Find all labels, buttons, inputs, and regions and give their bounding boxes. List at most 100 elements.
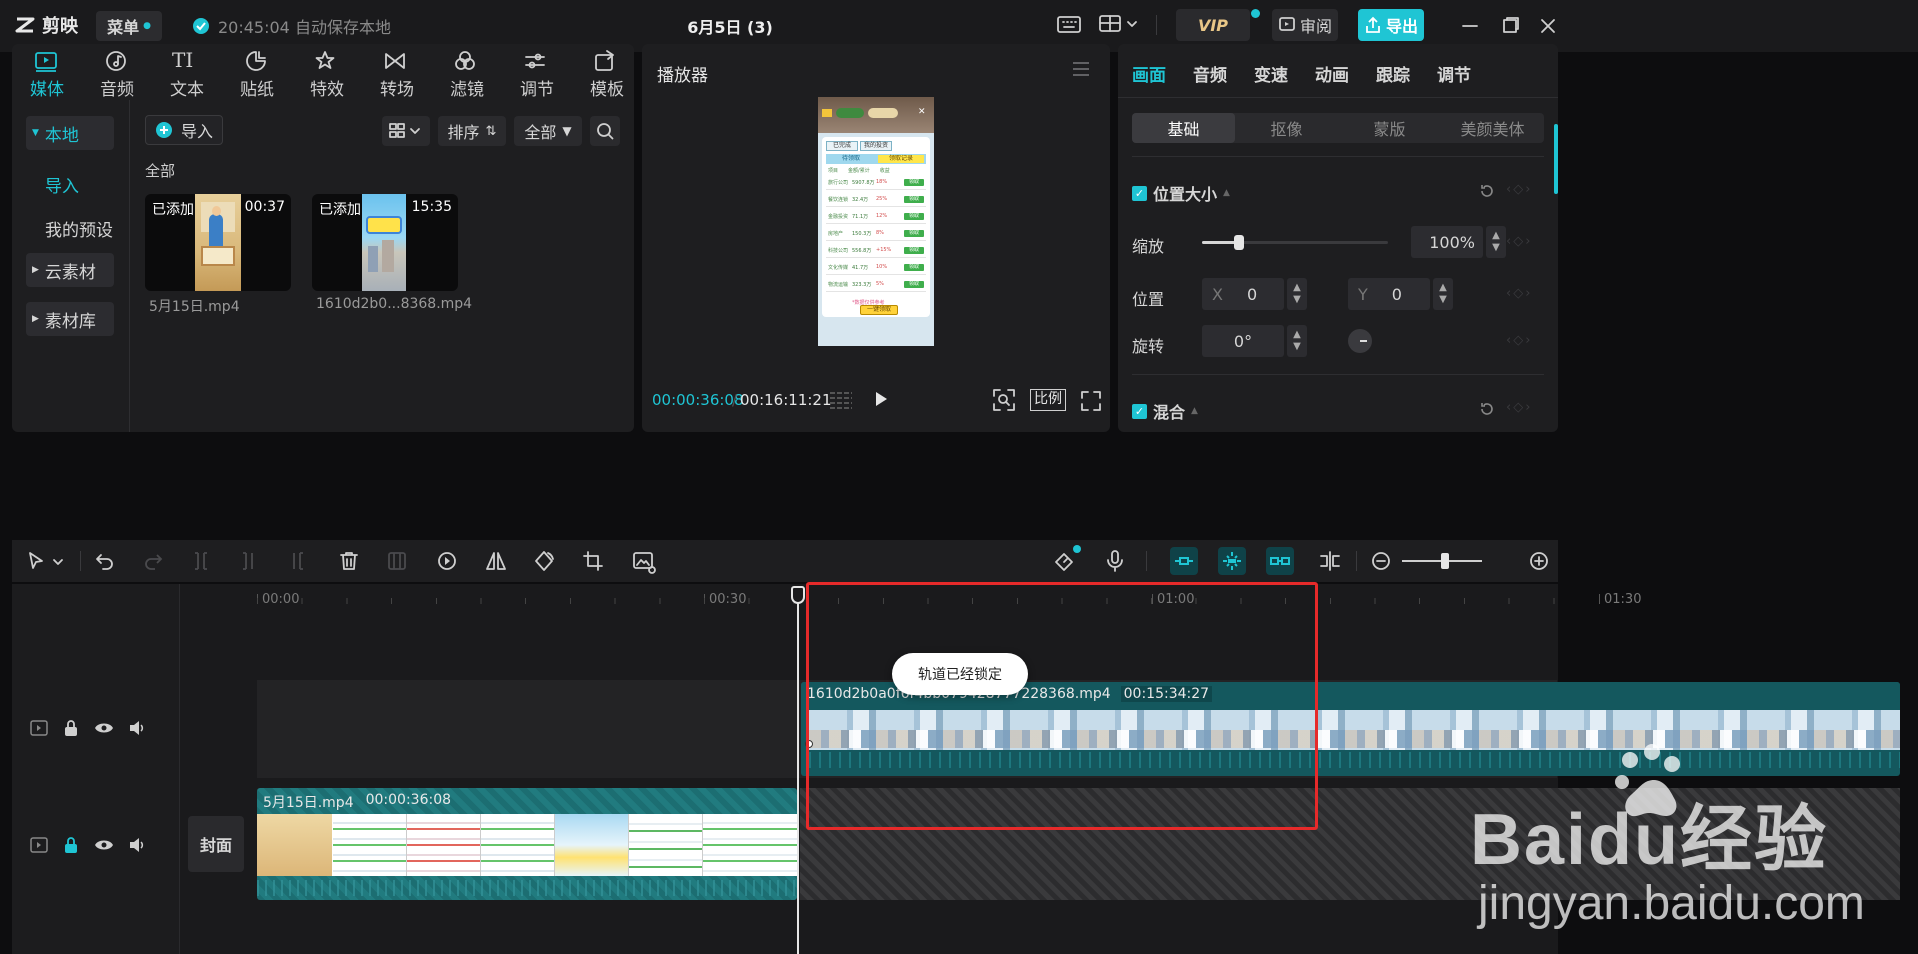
media-clip-2[interactable]: 已添加 15:35 — [312, 194, 458, 291]
image-edit-icon[interactable] — [632, 550, 656, 574]
reverse-play-icon[interactable] — [436, 550, 458, 572]
tab-effects[interactable]: 特效 — [302, 75, 352, 100]
subtab-beauty[interactable]: 美颜美体 — [1441, 113, 1544, 143]
import-button[interactable]: 导入 — [145, 115, 223, 145]
play-icon[interactable] — [872, 389, 890, 409]
sort-icon: ⇅ — [485, 123, 497, 139]
tab-template[interactable]: 模板 — [582, 75, 632, 100]
subtab-mask[interactable]: 蒙版 — [1338, 113, 1441, 143]
filter-icon — [455, 51, 475, 70]
sort-button[interactable]: 排序 ⇅ — [438, 116, 506, 146]
inspector-tab-tracking[interactable]: 跟踪 — [1376, 61, 1410, 86]
phone-cell-name: 文化传媒 — [828, 265, 849, 271]
ratio-button[interactable]: 比例 — [1030, 389, 1066, 411]
select-tool-icon[interactable] — [26, 550, 66, 572]
split-icon[interactable] — [190, 550, 212, 572]
delete-icon[interactable] — [338, 550, 360, 572]
x-input[interactable]: X0 — [1202, 278, 1284, 310]
speaker-icon[interactable] — [128, 837, 146, 853]
speaker-icon[interactable] — [128, 720, 146, 736]
sidebar-item-local[interactable]: ▼ 本地 — [26, 116, 114, 150]
y-input[interactable]: Y0 — [1348, 278, 1430, 310]
vip-button[interactable]: VIP — [1176, 9, 1250, 41]
view-mode-button[interactable] — [382, 116, 430, 146]
snap-button[interactable] — [1218, 547, 1246, 575]
freeze-icon[interactable] — [386, 550, 408, 572]
tab-audio[interactable]: 音频 — [92, 75, 142, 100]
mirror-icon[interactable] — [484, 550, 508, 572]
sidebar-item-presets[interactable]: 我的预设 — [45, 216, 113, 241]
maximize-icon[interactable] — [1500, 16, 1520, 36]
minimize-icon[interactable] — [1460, 16, 1480, 36]
scale-input[interactable]: 100% — [1411, 226, 1483, 258]
inspector-tab-adjust[interactable]: 调节 — [1437, 61, 1471, 86]
zoom-slider-knob[interactable] — [1441, 553, 1449, 569]
tab-filter[interactable]: 滤镜 — [442, 75, 492, 100]
inspector-tab-animation[interactable]: 动画 — [1315, 61, 1349, 86]
eye-icon[interactable] — [94, 838, 114, 852]
scale-slider[interactable] — [1202, 235, 1388, 250]
main-track-magnet-button[interactable] — [1170, 547, 1198, 575]
menu-button[interactable]: 菜单 ● — [96, 11, 162, 41]
y-stepper[interactable]: ▲ ▼ — [1433, 278, 1453, 310]
tab-adjust[interactable]: 调节 — [512, 75, 562, 100]
rotate-stepper[interactable]: ▲ ▼ — [1287, 325, 1307, 357]
redo-icon[interactable] — [142, 550, 164, 572]
close-icon[interactable] — [1538, 16, 1558, 36]
scale-stepper[interactable]: ▲ ▼ — [1486, 226, 1506, 258]
sidebar-item-import[interactable]: 导入 — [45, 172, 79, 197]
split-left-icon[interactable] — [238, 550, 260, 572]
scale-slider-knob[interactable] — [1234, 235, 1245, 250]
lock-icon[interactable] — [62, 836, 80, 854]
layout-icon[interactable] — [1098, 13, 1142, 35]
crop-icon[interactable] — [582, 550, 604, 572]
search-button[interactable] — [590, 116, 620, 146]
tab-sticker[interactable]: 贴纸 — [232, 75, 282, 100]
lock-icon[interactable] — [62, 719, 80, 737]
tab-media[interactable]: 媒体 — [22, 75, 72, 100]
scrollbar-thumb[interactable] — [1554, 124, 1558, 194]
rotate-dial[interactable] — [1348, 329, 1372, 353]
linkage-button[interactable] — [1266, 547, 1294, 575]
undo-icon[interactable] — [94, 550, 116, 572]
microphone-icon[interactable] — [1104, 549, 1126, 573]
tab-text[interactable]: 文本 — [162, 75, 212, 100]
cover-button[interactable]: 封面 — [188, 816, 244, 872]
zoom-out-icon[interactable] — [1370, 550, 1392, 572]
reset-icon[interactable] — [1478, 182, 1496, 200]
media-clip-1[interactable]: 已添加 00:37 — [145, 194, 291, 291]
eye-icon[interactable] — [94, 721, 114, 735]
x-stepper[interactable]: ▲ ▼ — [1287, 278, 1307, 310]
position-size-section[interactable]: ✓ 位置大小 ▲ — [1132, 181, 1230, 205]
playhead[interactable] — [797, 588, 799, 954]
sidebar-item-library[interactable]: ▶ 素材库 — [26, 302, 114, 336]
split-right-icon[interactable] — [286, 550, 308, 572]
inspector-tab-picture[interactable]: 画面 — [1132, 61, 1166, 86]
inspector-tab-speed[interactable]: 变速 — [1254, 61, 1288, 86]
waveform-grid-icon[interactable] — [828, 390, 854, 410]
keyboard-icon[interactable] — [1056, 14, 1082, 36]
checkbox-icon[interactable]: ✓ — [1132, 403, 1147, 419]
total-time: 00:16:11:21 — [740, 391, 832, 409]
video-preview[interactable]: ✕ 已完成 我的投资 待领取 领取记录 项目 金额/累计 收益 旅行公司 5907.8… — [818, 97, 934, 346]
rotate-icon[interactable] — [532, 550, 556, 572]
rotate-input[interactable]: 0° — [1202, 325, 1284, 357]
tab-transition[interactable]: 转场 — [372, 75, 422, 100]
filter-button[interactable]: 全部 ▼ — [514, 116, 582, 146]
review-button[interactable]: 审阅 — [1272, 9, 1338, 41]
sidebar-item-cloud[interactable]: ▶ 云素材 — [26, 253, 114, 287]
subtab-basic[interactable]: 基础 — [1132, 113, 1235, 143]
fullscreen-icon[interactable] — [1080, 390, 1102, 412]
preview-axis-icon[interactable] — [1318, 550, 1342, 572]
playhead-handle[interactable] — [791, 586, 805, 604]
checkbox-icon[interactable]: ✓ — [1132, 185, 1147, 201]
inspector-tab-audio[interactable]: 音频 — [1193, 61, 1227, 86]
hamburger-menu-icon[interactable] — [1071, 60, 1091, 78]
reset-icon[interactable] — [1478, 400, 1496, 418]
export-button[interactable]: 导出 — [1358, 9, 1424, 41]
timeline-clip-2[interactable]: 5月15日.mp4 00:00:36:08 — [257, 788, 797, 900]
zoom-in-icon[interactable] — [1528, 550, 1550, 572]
subtab-cutout[interactable]: 抠像 — [1235, 113, 1338, 143]
zoom-fit-icon[interactable] — [992, 388, 1016, 412]
blend-section[interactable]: ✓ 混合 ▲ — [1132, 399, 1198, 423]
